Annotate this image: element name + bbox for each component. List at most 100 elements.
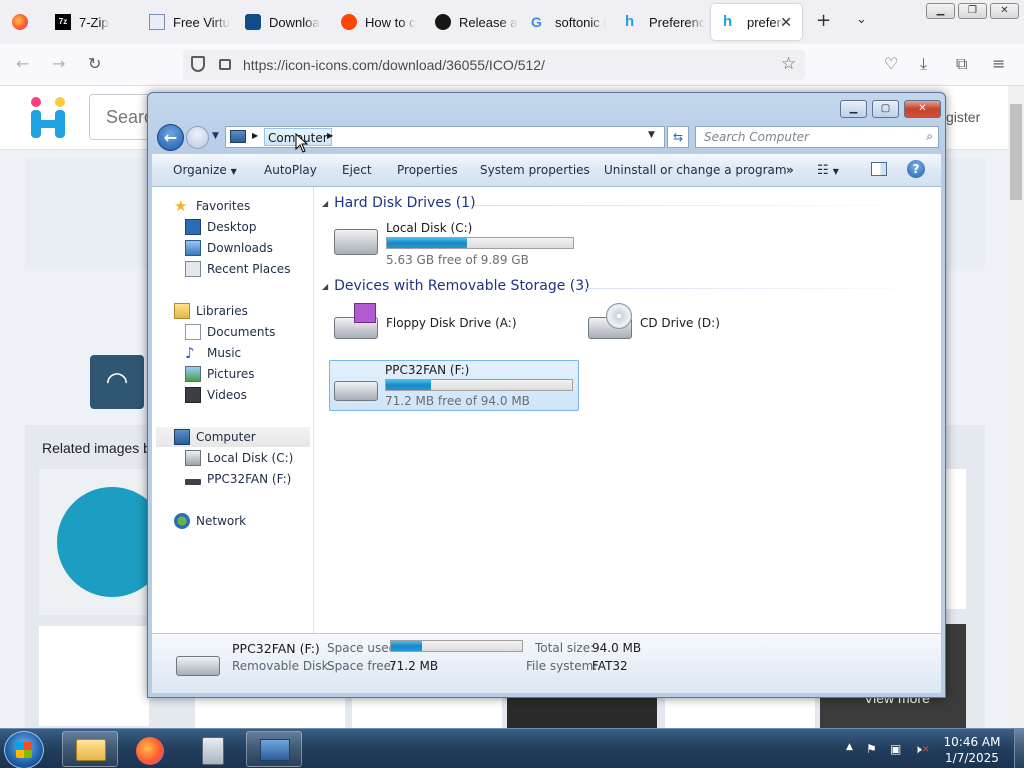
organize-button[interactable]: Organize ▼ — [173, 163, 237, 177]
search-icon[interactable]: ⌕ — [926, 129, 933, 144]
nav-pictures[interactable]: Pictures — [185, 364, 255, 384]
network-tray-icon[interactable]: ▣ — [890, 742, 901, 756]
extensions-icon[interactable]: ⧉ — [956, 54, 967, 74]
nav-local-disk-c[interactable]: Local Disk (C:) — [185, 448, 293, 468]
drive-cd-d[interactable]: CD Drive (D:) — [584, 301, 834, 347]
collapse-triangle-icon[interactable]: ◢ — [322, 282, 328, 291]
breadcrumb-arrow-icon[interactable]: ▶ — [252, 131, 258, 140]
taskbar-calculator[interactable] — [184, 731, 240, 767]
nav-libraries[interactable]: Libraries — [174, 301, 248, 321]
tab-softonic[interactable]: G softonic l — [519, 0, 613, 44]
related-image-4[interactable] — [352, 696, 502, 728]
explorer-maximize-button[interactable]: ▢ — [872, 100, 899, 118]
show-desktop-button[interactable] — [1014, 729, 1024, 768]
navigation-pane: ★ Favorites Desktop Downloads Recent Pla… — [152, 187, 314, 633]
explorer-close-button[interactable]: ✕ — [904, 100, 941, 118]
lock-icon[interactable] — [219, 59, 231, 70]
close-tab-icon[interactable]: ✕ — [780, 14, 792, 31]
tab-free-virtu[interactable]: Free Virtu — [137, 0, 233, 44]
properties-button[interactable]: Properties — [397, 163, 458, 177]
related-image-6[interactable] — [665, 696, 815, 728]
nav-downloads[interactable]: Downloads — [185, 238, 273, 258]
related-image-5[interactable] — [507, 696, 657, 728]
uninstall-program-button[interactable]: Uninstall or change a program — [604, 163, 787, 177]
site-logo-icon[interactable] — [28, 96, 68, 140]
address-bar[interactable]: ▶ Computer ▶ ▼ — [225, 126, 665, 148]
shield-icon[interactable] — [191, 56, 205, 72]
help-icon[interactable]: ? — [907, 160, 925, 178]
nav-ppc32fan[interactable]: PPC32FAN (F:) — [185, 469, 291, 489]
drive-local-disk-c[interactable]: Local Disk (C:) 5.63 GB free of 9.89 GB — [330, 217, 580, 267]
drive-ppc32fan-f[interactable]: PPC32FAN (F:) 71.2 MB free of 94.0 MB — [329, 360, 579, 411]
total-size-label: Total size: — [535, 641, 595, 655]
url-text[interactable]: https://icon-icons.com/download/36055/IC… — [243, 57, 545, 73]
action-center-flag-icon[interactable]: ⚑ — [866, 742, 877, 756]
related-image-1[interactable] — [39, 469, 167, 615]
refresh-icon[interactable]: ⇆ — [667, 126, 689, 148]
nav-music[interactable]: ♪ Music — [185, 343, 241, 363]
pocket-icon[interactable]: ♡ — [884, 54, 898, 73]
more-commands-icon[interactable]: » — [786, 163, 794, 177]
group-hard-disk-drives[interactable]: ◢ Hard Disk Drives (1) — [322, 195, 476, 211]
calculator-icon — [202, 737, 224, 765]
computer-icon — [230, 130, 246, 143]
search-input[interactable]: Search Computer ⌕ — [695, 126, 939, 148]
taskbar-computer-window[interactable] — [246, 731, 302, 767]
taskbar-file-explorer[interactable] — [62, 731, 118, 767]
collapse-triangle-icon[interactable]: ◢ — [322, 199, 328, 208]
tab-7zip[interactable]: 7z 7-Zip — [43, 0, 143, 44]
eject-button[interactable]: Eject — [342, 163, 372, 177]
back-arrow-icon[interactable]: ← — [16, 54, 29, 73]
nav-computer[interactable]: Computer — [156, 427, 310, 447]
nav-favorites[interactable]: ★ Favorites — [174, 196, 250, 216]
nav-documents[interactable]: Documents — [185, 322, 275, 342]
nav-network[interactable]: Network — [174, 511, 246, 531]
downloads-icon[interactable]: ⤓ — [920, 54, 927, 74]
related-image-3[interactable] — [195, 696, 345, 728]
recent-pages-chevron-icon[interactable]: ▼ — [212, 131, 219, 141]
forward-arrow-icon[interactable] — [186, 126, 209, 149]
show-hidden-icons-icon[interactable]: ▲ — [846, 742, 853, 752]
drive-floppy-a[interactable]: Floppy Disk Drive (A:) — [330, 301, 580, 347]
nav-videos[interactable]: Videos — [185, 385, 247, 405]
total-size-value: 94.0 MB — [592, 641, 642, 655]
bookmark-star-icon[interactable]: ☆ — [781, 54, 796, 74]
taskbar-firefox[interactable] — [122, 731, 178, 767]
reload-icon[interactable]: ↻ — [88, 54, 101, 73]
view-options-icon[interactable]: ☷ ▼ — [817, 163, 839, 178]
new-tab-icon[interactable]: + — [816, 10, 831, 31]
videos-icon — [185, 387, 201, 403]
system-properties-button[interactable]: System properties — [480, 163, 590, 177]
autoplay-button[interactable]: AutoPlay — [264, 163, 317, 177]
explorer-minimize-button[interactable]: ▁ — [840, 100, 867, 118]
music-icon: ♪ — [185, 344, 195, 362]
register-link[interactable]: gister — [946, 109, 980, 125]
url-bar[interactable]: https://icon-icons.com/download/36055/IC… — [183, 50, 805, 80]
forward-arrow-icon[interactable]: → — [52, 54, 65, 73]
nav-desktop[interactable]: Desktop — [185, 217, 257, 237]
content-pane: ◢ Hard Disk Drives (1) Local Disk (C:) 5… — [314, 187, 941, 633]
preview-pane-icon[interactable] — [871, 162, 887, 176]
firefox-view-icon[interactable] — [12, 14, 28, 30]
volume-muted-icon[interactable]: 🕨 — [914, 742, 922, 757]
mouse-cursor-icon — [295, 133, 309, 153]
minimize-button[interactable]: ▁ — [926, 3, 955, 19]
page-scrollbar-thumb[interactable] — [1010, 104, 1022, 200]
tab-release[interactable]: Release a — [423, 0, 519, 44]
start-button[interactable] — [4, 731, 44, 768]
nav-recent-places[interactable]: Recent Places — [185, 259, 290, 279]
system-clock[interactable]: 10:46 AM 1/7/2025 — [930, 734, 1014, 766]
back-arrow-icon[interactable]: ← — [157, 124, 184, 151]
related-image-2[interactable] — [39, 626, 149, 726]
tab-how-to[interactable]: How to c — [329, 0, 423, 44]
group-removable-storage[interactable]: ◢ Devices with Removable Storage (3) — [322, 278, 590, 294]
list-tabs-icon[interactable]: ⌄ — [856, 12, 867, 27]
tab-active-preferences[interactable]: h prefere ✕ — [711, 4, 802, 40]
menu-icon[interactable]: ≡ — [992, 54, 1005, 73]
close-button[interactable]: ✕ — [990, 3, 1019, 19]
address-dropdown-icon[interactable]: ▼ — [648, 130, 655, 140]
breadcrumb-arrow-icon[interactable]: ▶ — [327, 131, 333, 140]
restore-button[interactable]: ❐ — [958, 3, 987, 19]
tab-preferences[interactable]: h Preferenc — [613, 0, 709, 44]
tab-download[interactable]: Downloa — [233, 0, 329, 44]
